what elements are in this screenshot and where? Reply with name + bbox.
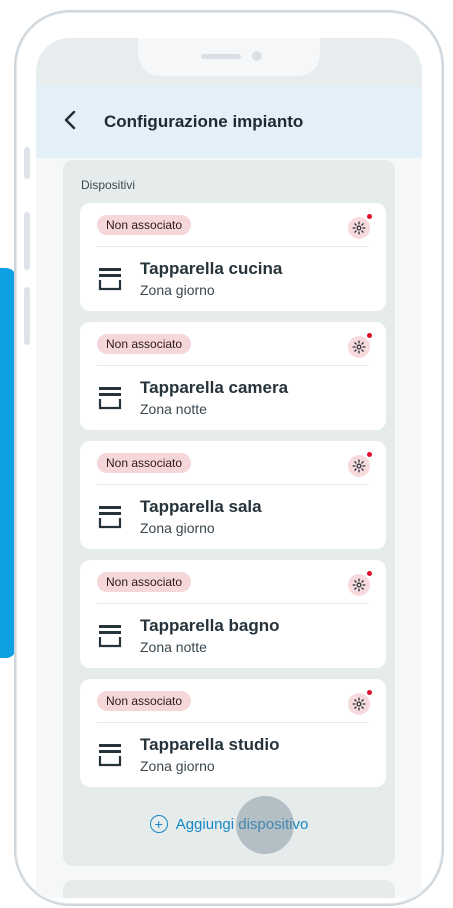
roller-shutter-icon <box>98 268 122 291</box>
roller-shutter-icon <box>98 744 122 767</box>
device-name: Tapparella cucina <box>140 259 283 278</box>
settings-gear-icon[interactable] <box>348 333 372 358</box>
device-name: Tapparella bagno <box>140 616 280 635</box>
phone-frame: Configurazione impianto Dispositivi Non … <box>14 10 444 906</box>
phone-side-button <box>24 147 30 179</box>
card-divider <box>97 246 369 247</box>
front-camera <box>252 51 262 61</box>
settings-gear-icon[interactable] <box>348 214 372 239</box>
alert-dot <box>367 571 372 576</box>
card-divider <box>97 365 369 366</box>
device-zone: Zona giorno <box>140 282 215 298</box>
settings-gear-icon[interactable] <box>348 452 372 477</box>
device-card[interactable]: Non associato Tapparella camera Zona not… <box>80 322 386 430</box>
alert-dot <box>367 690 372 695</box>
device-name: Tapparella sala <box>140 497 262 516</box>
device-card[interactable]: Non associato Tapparella sala Zona giorn… <box>80 441 386 549</box>
section-label: Dispositivi <box>81 178 136 192</box>
status-badge: Non associato <box>97 572 192 592</box>
page-title: Configurazione impianto <box>104 112 304 131</box>
device-zone: Zona giorno <box>140 758 215 774</box>
status-badge: Non associato <box>97 691 192 711</box>
alert-dot <box>367 333 372 338</box>
device-card[interactable]: Non associato Tapparella cucina Zona gio… <box>80 203 386 311</box>
chevron-left-icon[interactable] <box>64 110 86 134</box>
device-card[interactable]: Non associato Tapparella studio Zona gio… <box>80 679 386 787</box>
card-divider <box>97 484 369 485</box>
device-zone: Zona notte <box>140 401 207 417</box>
add-device-button[interactable]: + Aggiungi dispositivo <box>63 815 395 833</box>
speaker-grille <box>201 54 241 59</box>
app-header: Configurazione impianto <box>36 86 422 158</box>
device-card[interactable]: Non associato Tapparella bagno Zona nott… <box>80 560 386 668</box>
phone-screen: Configurazione impianto Dispositivi Non … <box>36 38 422 898</box>
settings-gear-icon[interactable] <box>348 571 372 596</box>
status-badge: Non associato <box>97 334 192 354</box>
next-panel-edge <box>63 880 395 898</box>
roller-shutter-icon <box>98 625 122 648</box>
settings-gear-icon[interactable] <box>348 690 372 715</box>
status-badge: Non associato <box>97 215 192 235</box>
plus-circle-icon: + <box>149 815 168 833</box>
add-device-label: Aggiungi dispositivo <box>175 815 309 833</box>
status-badge: Non associato <box>97 453 192 473</box>
roller-shutter-icon <box>98 387 122 410</box>
card-divider <box>97 722 369 723</box>
device-zone: Zona notte <box>140 639 207 655</box>
roller-shutter-icon <box>98 506 122 529</box>
card-divider <box>97 603 369 604</box>
phone-volume-up-button <box>24 212 30 270</box>
status-area <box>36 38 422 86</box>
phone-volume-down-button <box>24 287 30 345</box>
devices-panel: Dispositivi Non associato Tapparella cuc… <box>63 160 395 866</box>
device-name: Tapparella studio <box>140 735 280 754</box>
device-name: Tapparella camera <box>140 378 289 397</box>
device-zone: Zona giorno <box>140 520 215 536</box>
alert-dot <box>367 214 372 219</box>
alert-dot <box>367 452 372 457</box>
